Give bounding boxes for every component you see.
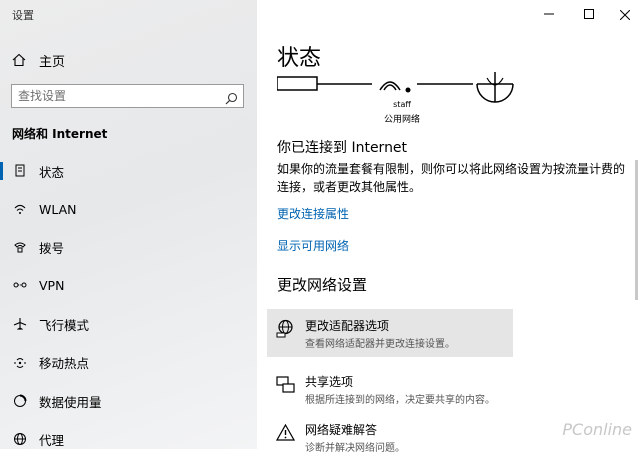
search-icon[interactable]: [225, 90, 238, 105]
scrollbar-thumb[interactable]: [635, 160, 638, 300]
router-wifi-icon: [379, 81, 473, 93]
sidebar-item-label: 拨号: [39, 240, 65, 256]
sidebar-item-label: 状态: [39, 164, 65, 180]
window-title: 设置: [12, 9, 34, 22]
show-available-networks-link[interactable]: 显示可用网络: [277, 237, 349, 254]
sharing-icon: [276, 375, 295, 394]
option-description: 诊断并解决网络问题。: [305, 443, 405, 454]
sidebar-item-hotspot[interactable]: 移动热点: [0, 347, 257, 377]
network-troubleshooter-item[interactable]: 网络疑难解答 诊断并解决网络问题。: [267, 413, 513, 461]
sidebar-item-label: VPN: [39, 277, 65, 293]
pc-icon: [277, 76, 372, 91]
watermark-logo: PConline: [562, 420, 632, 439]
network-name: staff: [393, 100, 411, 109]
network-type: 公用网络: [383, 115, 420, 125]
sidebar-item-data-usage[interactable]: 数据使用量: [0, 386, 257, 416]
search-box[interactable]: [11, 84, 244, 108]
connection-status-description: 如果你的流量套餐有限制，则你可以将此网络设置为按流量计费的连接，或者更改其他属性…: [277, 162, 626, 194]
home-label: 主页: [39, 54, 66, 70]
close-icon: [619, 5, 631, 24]
sidebar-item-status[interactable]: 状态: [0, 156, 257, 186]
section-title: 网络和 Internet: [12, 127, 108, 141]
sidebar-item-airplane[interactable]: 飞行模式: [0, 309, 257, 339]
sidebar-item-wlan[interactable]: WLAN: [0, 194, 257, 224]
change-network-settings-heading: 更改网络设置: [277, 276, 368, 294]
connection-status-heading: 你已连接到 Internet: [277, 140, 408, 156]
search-input[interactable]: [18, 88, 214, 104]
option-title: 共享选项: [305, 375, 354, 389]
warning-icon: [275, 423, 296, 442]
home-nav-item[interactable]: 主页: [12, 51, 66, 70]
adapter-options-item[interactable]: 更改适配器选项 查看网络适配器并更改连接设置。: [267, 309, 513, 357]
option-description: 查看网络适配器并更改连接设置。: [305, 339, 455, 350]
sharing-options-item[interactable]: 共享选项 根据所连接到的网络，决定要共享的内容。: [267, 365, 513, 413]
sidebar-item-proxy[interactable]: 代理: [0, 424, 257, 454]
option-title: 更改适配器选项: [305, 319, 390, 333]
sidebar-item-label: WLAN: [39, 201, 77, 217]
sidebar-item-label: 代理: [39, 432, 65, 448]
vpn-icon: [13, 278, 27, 292]
close-button[interactable]: [602, 0, 640, 28]
airplane-icon: [13, 317, 27, 331]
status-icon: [13, 164, 27, 178]
page-title: 状态: [277, 46, 322, 71]
data-usage-icon: [13, 394, 27, 408]
sidebar-item-vpn[interactable]: VPN: [0, 270, 257, 300]
globe-icon: [13, 432, 27, 446]
sidebar-item-label: 飞行模式: [39, 317, 90, 333]
hotspot-icon: [13, 355, 27, 369]
home-icon: [12, 53, 26, 67]
adapter-icon: [276, 319, 295, 338]
sidebar-item-label: 移动热点: [39, 355, 90, 371]
sidebar-item-dialup[interactable]: 拨号: [0, 232, 257, 262]
option-description: 根据所连接到的网络，决定要共享的内容。: [305, 395, 495, 406]
wifi-icon: [13, 202, 27, 216]
sidebar-item-label: 数据使用量: [39, 394, 102, 410]
sidebar: 设置 主页 网络和 Internet 状态 WLAN 拨号 VPN: [0, 0, 257, 449]
main-content: 状态 staff 公用网络 你已连接到 Internet 如果你的流量套餐有限制…: [257, 0, 640, 454]
option-title: 网络疑难解答: [305, 423, 378, 437]
dialup-icon: [13, 240, 27, 254]
internet-globe-icon: [476, 72, 514, 103]
change-connection-properties-link[interactable]: 更改连接属性: [277, 205, 349, 222]
